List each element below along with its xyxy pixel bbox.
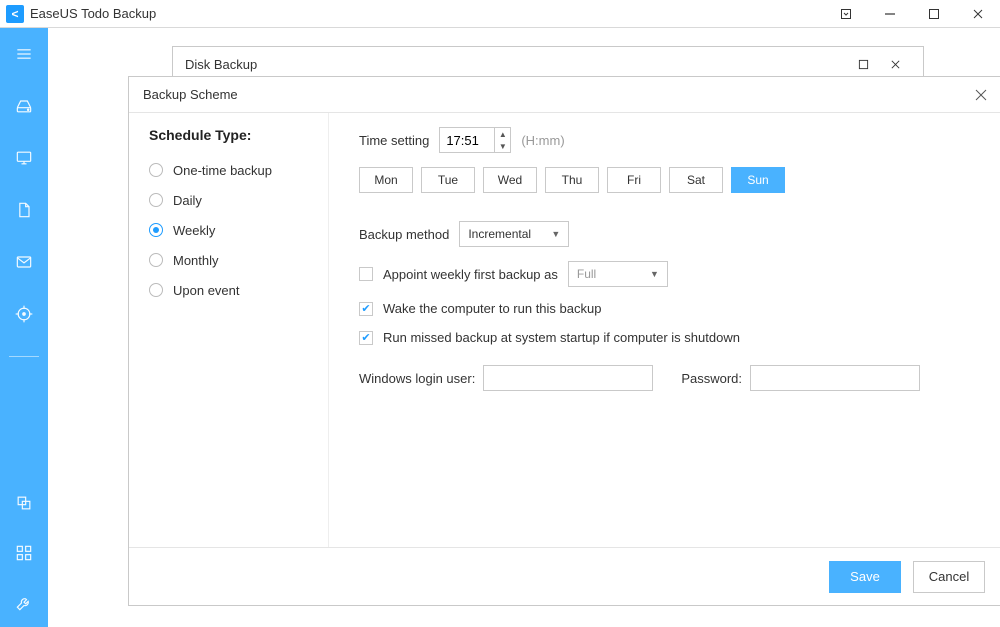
wrench-icon[interactable] [10,589,38,617]
sidebar [0,28,48,627]
schedule-type-panel: Schedule Type: One-time backup Daily Wee… [129,113,329,547]
cancel-button[interactable]: Cancel [913,561,985,593]
radio-icon [149,253,163,267]
backup-method-select[interactable]: Incremental ▼ [459,221,569,247]
titlebar-dropdown-button[interactable] [824,0,868,28]
wake-checkbox[interactable] [359,302,373,316]
day-fri[interactable]: Fri [607,167,661,193]
sidebar-divider [9,356,39,357]
select-value: Incremental [468,227,531,241]
close-button[interactable] [956,0,1000,28]
appoint-label: Appoint weekly first backup as [383,267,558,282]
drive-icon[interactable] [10,92,38,120]
dialog-header: Backup Scheme [129,77,1000,113]
day-thu[interactable]: Thu [545,167,599,193]
day-sun[interactable]: Sun [731,167,785,193]
disk-backup-title: Disk Backup [185,57,847,72]
radio-icon [149,283,163,297]
minimize-button[interactable] [868,0,912,28]
spinner-arrows[interactable]: ▲▼ [494,128,510,152]
chevron-down-icon: ▼ [650,269,659,279]
day-selector: Mon Tue Wed Thu Fri Sat Sun [359,167,983,193]
app-title: EaseUS Todo Backup [30,6,824,21]
radio-monthly[interactable]: Monthly [149,245,328,275]
radio-icon [149,163,163,177]
dialog-footer: Save Cancel [129,547,1000,605]
radio-one-time[interactable]: One-time backup [149,155,328,185]
appoint-select[interactable]: Full ▼ [568,261,668,287]
wake-label: Wake the computer to run this backup [383,301,601,316]
time-setting-label: Time setting [359,133,429,148]
login-user-input[interactable] [483,365,653,391]
backup-method-label: Backup method [359,227,449,242]
radio-icon [149,193,163,207]
radio-label: Upon event [173,283,240,298]
password-label: Password: [681,371,742,386]
radio-label: Monthly [173,253,219,268]
missed-checkbox[interactable] [359,331,373,345]
titlebar: < EaseUS Todo Backup [0,0,1000,28]
app-logo-icon: < [6,5,24,23]
backup-scheme-dialog: Backup Scheme Schedule Type: One-time ba… [128,76,1000,606]
menu-icon[interactable] [10,40,38,68]
maximize-button[interactable] [912,0,956,28]
missed-label: Run missed backup at system startup if c… [383,330,740,345]
radio-label: One-time backup [173,163,272,178]
appoint-checkbox[interactable] [359,267,373,281]
radio-icon [149,223,163,237]
radio-label: Weekly [173,223,215,238]
mail-icon[interactable] [10,248,38,276]
spin-up-icon[interactable]: ▲ [495,128,510,140]
save-button[interactable]: Save [829,561,901,593]
radio-weekly[interactable]: Weekly [149,215,328,245]
spin-down-icon[interactable]: ▼ [495,140,510,152]
select-value: Full [577,267,596,281]
clone-icon[interactable] [10,489,38,517]
radio-upon-event[interactable]: Upon event [149,275,328,305]
tiles-icon[interactable] [10,539,38,567]
day-tue[interactable]: Tue [421,167,475,193]
password-input[interactable] [750,365,920,391]
login-user-label: Windows login user: [359,371,475,386]
target-icon[interactable] [10,300,38,328]
radio-label: Daily [173,193,202,208]
time-input[interactable] [440,128,494,152]
chevron-down-icon: ▼ [551,229,560,239]
settings-panel: Time setting ▲▼ (H:mm) Mon Tue Wed Thu F… [329,113,1000,547]
schedule-heading: Schedule Type: [149,127,328,143]
radio-daily[interactable]: Daily [149,185,328,215]
time-hint: (H:mm) [521,133,564,148]
dialog-title: Backup Scheme [143,87,969,102]
dialog-close-button[interactable] [969,83,993,107]
monitor-icon[interactable] [10,144,38,172]
day-sat[interactable]: Sat [669,167,723,193]
day-mon[interactable]: Mon [359,167,413,193]
file-icon[interactable] [10,196,38,224]
time-spinner[interactable]: ▲▼ [439,127,511,153]
day-wed[interactable]: Wed [483,167,537,193]
